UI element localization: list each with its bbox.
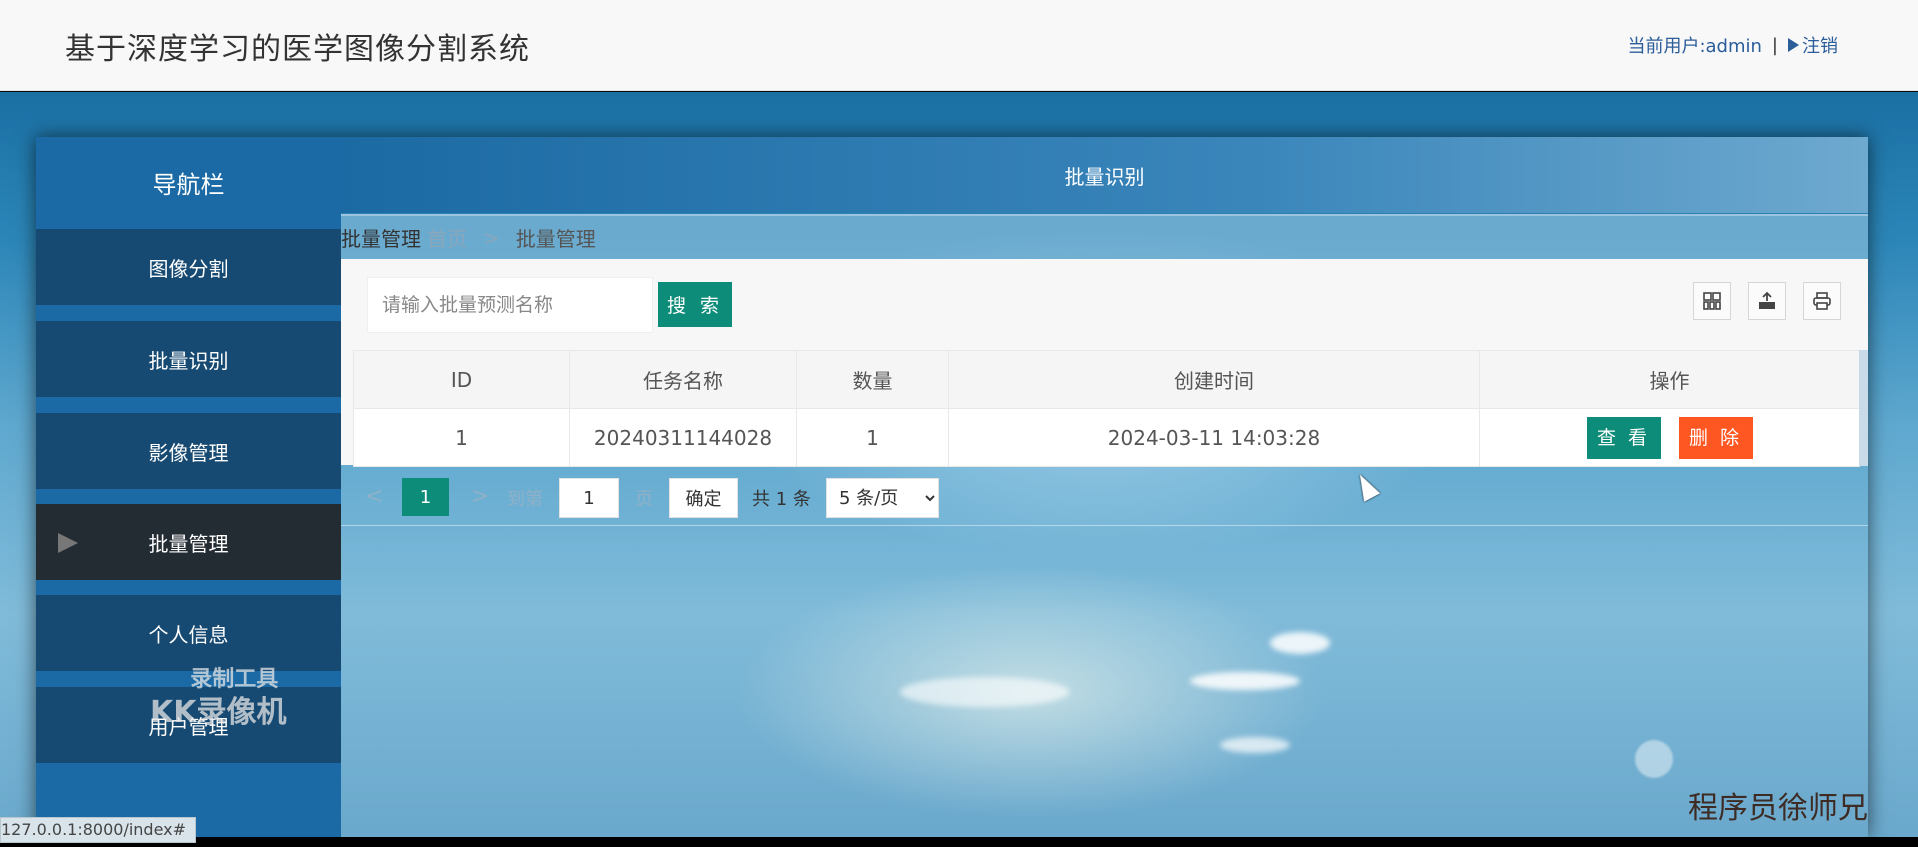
breadcrumb-home-link[interactable]: 首页	[427, 223, 467, 252]
logout-link[interactable]: 注销	[1788, 32, 1838, 58]
search-input[interactable]	[367, 277, 653, 333]
sidebar-item-batch-recognition[interactable]: 批量识别	[36, 321, 341, 397]
data-table: ID 任务名称 数量 创建时间 操作 1 20240311144028 1 20…	[353, 350, 1860, 467]
status-url-tooltip: 127.0.0.1:8000/index#	[0, 817, 196, 843]
print-button[interactable]	[1803, 282, 1841, 320]
columns-button[interactable]	[1693, 282, 1731, 320]
prev-page-button[interactable]: <	[365, 484, 383, 509]
page-size-select[interactable]: 5 条/页	[826, 478, 939, 518]
print-icon	[1813, 292, 1831, 310]
table-scrollbar[interactable]	[1859, 350, 1868, 466]
sidebar-item-label: 图像分割	[148, 256, 229, 281]
top-bar: 基于深度学习的医学图像分割系统 当前用户:admin | 注销	[0, 0, 1918, 91]
user-box: 当前用户:admin | 注销	[1627, 32, 1838, 58]
page-number-current[interactable]: 1	[402, 478, 449, 516]
cell-id: 1	[353, 408, 570, 467]
table-header-row: ID 任务名称 数量 创建时间 操作	[353, 350, 1860, 409]
cell-actions: 查 看删 除	[1479, 408, 1860, 467]
breadcrumb-current: 批量管理	[341, 227, 421, 251]
play-icon	[58, 533, 78, 553]
recorder-watermark: 录制工具 KK录像机	[150, 666, 287, 731]
cell-created: 2024-03-11 14:03:28	[948, 408, 1480, 467]
sidebar-item-label: 批量识别	[148, 348, 229, 373]
column-header-id[interactable]: ID	[353, 350, 570, 409]
current-user-label: 当前用户:admin	[1627, 36, 1762, 57]
recorder-watermark-line1: 录制工具	[190, 667, 279, 692]
logout-label: 注销	[1802, 36, 1838, 57]
breadcrumb-page: 批量管理	[515, 227, 596, 251]
total-count: 共 1 条	[752, 489, 811, 510]
app-title: 基于深度学习的医学图像分割系统	[65, 32, 530, 67]
search-button[interactable]: 搜 索	[658, 282, 732, 327]
sidebar-item-personal-info[interactable]: 个人信息	[36, 595, 341, 671]
page-header: 批量识别	[341, 137, 1868, 213]
pagination: < 1 > 到第 页 确定 共 1 条 5 条/页	[341, 466, 1868, 526]
column-header-actions: 操作	[1479, 350, 1860, 409]
sidebar-item-image-segmentation[interactable]: 图像分割	[36, 229, 341, 305]
screen-bottom-bar	[0, 837, 1918, 847]
column-header-created[interactable]: 创建时间	[948, 350, 1480, 409]
cell-count: 1	[796, 408, 949, 467]
columns-icon	[1703, 292, 1721, 310]
column-header-task-name[interactable]: 任务名称	[569, 350, 797, 409]
table-row: 1 20240311144028 1 2024-03-11 14:03:28 查…	[353, 408, 1860, 467]
author-watermark: 程序员徐师兄	[1688, 791, 1868, 826]
cell-task-name: 20240311144028	[569, 408, 797, 467]
sidebar-item-batch-management[interactable]: 批量管理	[36, 504, 341, 580]
breadcrumb-separator: >	[483, 225, 500, 250]
sidebar-item-label: 批量管理	[148, 531, 229, 556]
breadcrumb: 批量管理 首页 > 批量管理	[341, 214, 1868, 259]
play-icon	[1788, 38, 1799, 52]
sidebar-item-image-management[interactable]: 影像管理	[36, 413, 341, 489]
goto-confirm-button[interactable]: 确定	[669, 478, 738, 518]
export-icon	[1759, 291, 1775, 309]
sidebar-title: 导航栏	[152, 171, 225, 199]
goto-label: 到第	[507, 489, 543, 510]
goto-page-input[interactable]	[559, 478, 619, 518]
sidebar-item-label: 个人信息	[148, 622, 229, 647]
separator: |	[1771, 34, 1778, 56]
next-page-button[interactable]: >	[471, 484, 489, 509]
recorder-watermark-line2: KK录像机	[150, 694, 287, 730]
sidebar: 导航栏 图像分割 批量识别 影像管理 批量管理 个人信息 用户管理	[36, 137, 341, 837]
export-button[interactable]	[1748, 282, 1786, 320]
page-unit-label: 页	[635, 489, 653, 510]
delete-button[interactable]: 删 除	[1678, 416, 1753, 459]
column-header-count[interactable]: 数量	[796, 350, 949, 409]
sidebar-item-label: 影像管理	[148, 440, 229, 465]
view-button[interactable]: 查 看	[1586, 416, 1661, 459]
